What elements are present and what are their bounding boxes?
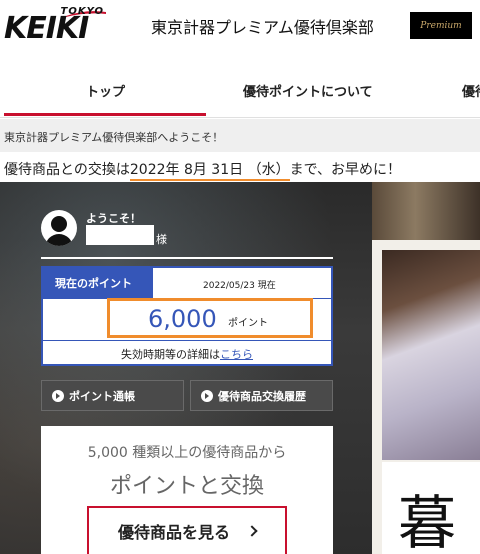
view-products-label: 優待商品を見る [117, 523, 230, 542]
current-points-label: 現在のポイント [43, 268, 153, 298]
logo-keiki-text: KEIKI [4, 11, 89, 46]
premium-badge[interactable]: Premium [410, 12, 472, 39]
food-photo [372, 182, 480, 240]
bedding-photo[interactable] [382, 250, 480, 460]
notice-before: 優待商品との交換は [4, 162, 130, 178]
points-value-highlight: 6,000 ポイント [107, 298, 313, 338]
welcome-message: 東京計器プレミアム優待倶楽部へようこそ！ [4, 131, 224, 144]
exchange-subheading: 5,000 種類以上の優待商品から [87, 445, 287, 461]
member-greeting: ようこそ！ 様 [41, 205, 333, 257]
points-panel: 現在のポイント 2022/05/23 現在 6,000 ポイント 失効時期等の詳… [41, 266, 333, 366]
exchange-deadline-notice: 優待商品との交換は2022年 8月 31日 （水）まで、お早めに！ [4, 159, 402, 181]
divider [43, 340, 331, 341]
premium-badge-text: Premium [420, 20, 462, 31]
exchange-promo-panel: 5,000 種類以上の優待商品から ポイントと交換 優待商品を見る [41, 426, 333, 554]
avatar-icon [41, 210, 77, 246]
exchange-heading: ポイントと交換 [109, 474, 264, 499]
site-title: 東京計器プレミアム優待倶楽部 [151, 18, 374, 37]
points-unit: ポイント [228, 318, 268, 329]
tokyo-keiki-logo[interactable]: TOKYO KEIKI [4, 6, 108, 46]
nav-active-indicator [4, 113, 206, 116]
member-greeting-label: ようこそ！ [86, 212, 141, 225]
chevron-right-icon [246, 525, 258, 537]
arrow-circle-icon [52, 389, 64, 402]
expiry-info: 失効時期等の詳細はこちら [43, 346, 331, 362]
points-value: 6,000 [148, 305, 217, 333]
point-statement-button[interactable]: ポイント通帳 [41, 380, 184, 411]
expiry-info-text: 失効時期等の詳細は [121, 348, 220, 361]
nav-item-benefits[interactable]: 優待 [462, 81, 480, 100]
exchange-history-label: 優待商品交換履歴 [218, 389, 306, 403]
exchange-history-button[interactable]: 優待商品交換履歴 [190, 380, 333, 411]
points-as-of-date: 2022/05/23 現在 [203, 281, 276, 291]
expiry-details-link[interactable]: こちら [220, 348, 253, 361]
member-honorific: 様 [156, 233, 167, 246]
feature-card-kanji: 暮 [398, 489, 457, 554]
point-statement-label: ポイント通帳 [69, 389, 135, 403]
nav-item-top[interactable]: トップ [86, 81, 125, 100]
arrow-circle-icon [201, 389, 213, 402]
notice-deadline-date: 2022年 8月 31日 （水） [129, 162, 290, 181]
view-products-button[interactable]: 優待商品を見る [87, 506, 287, 554]
welcome-bar: 東京計器プレミアム優待倶楽部へようこそ！ [0, 119, 480, 152]
member-name-redacted [86, 225, 154, 245]
notice-after: まで、お早めに！ [289, 162, 402, 178]
site-header: TOKYO KEIKI 東京計器プレミアム優待倶楽部 Premium [0, 0, 480, 55]
main-nav: トップ 優待ポイントについて 優待 [0, 55, 480, 118]
nav-item-points-about[interactable]: 優待ポイントについて [243, 81, 373, 100]
divider [41, 257, 333, 259]
